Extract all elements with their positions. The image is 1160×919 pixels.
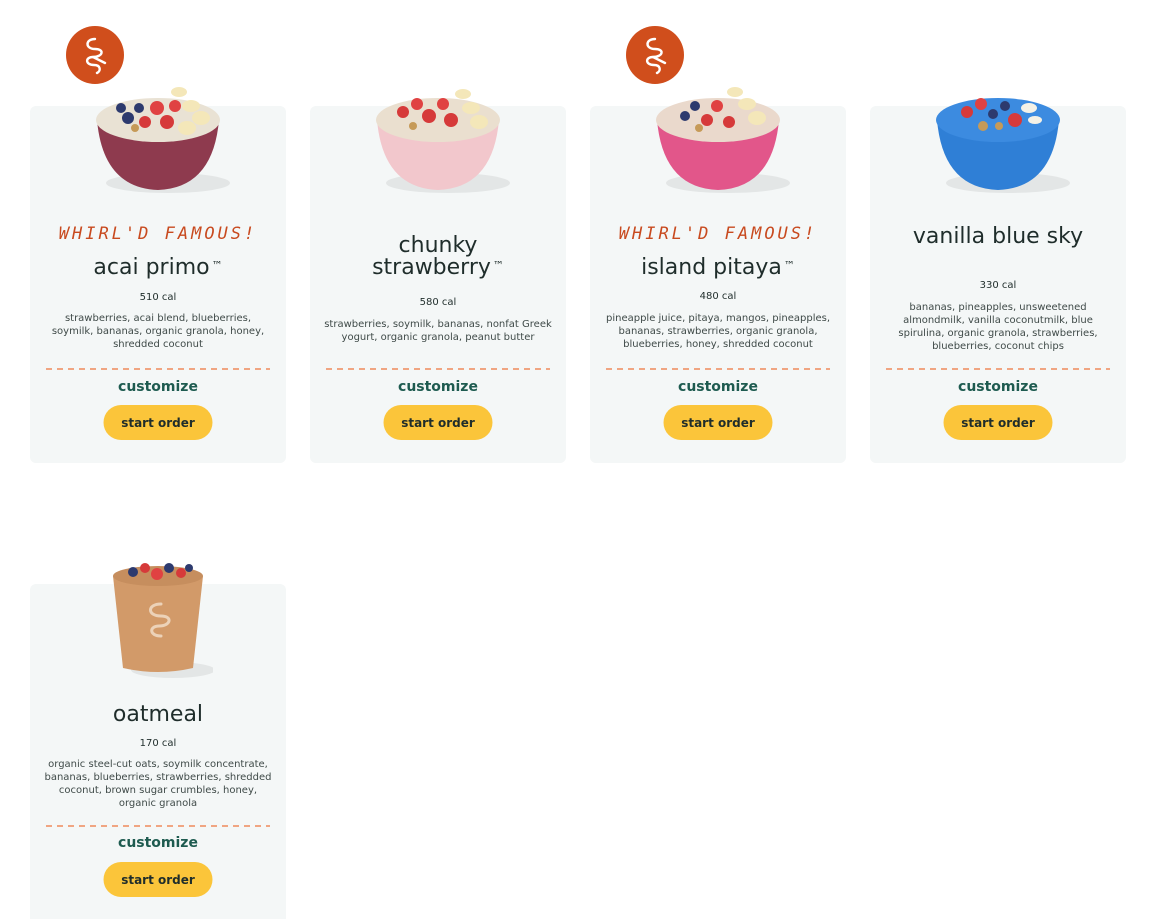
product-name: chunky strawberry ™ [372,233,504,280]
customize-link[interactable]: customize [310,379,566,395]
product-name: island pitaya ™ [641,255,795,280]
customize-link[interactable]: customize [870,379,1126,395]
calories: 580 cal [419,297,457,308]
ingredients-description: bananas, pineapples, unsweetened almondm… [898,302,1098,352]
dashed-divider [46,368,270,370]
dashed-divider [606,368,830,370]
ingredients-description: organic steel-cut oats, soymilk concentr… [44,759,272,809]
menu-card-acai-primo[interactable]: WHIRL'D FAMOUS! acai primo ™ 510 cal stra… [30,26,286,463]
customize-link[interactable]: customize [590,379,846,395]
dashed-divider [886,368,1110,370]
start-order-button[interactable]: start order [663,405,773,440]
start-order-button[interactable]: start order [103,862,213,897]
product-name: acai primo ™ [93,255,223,280]
vanilla-blue-sky-bowl-image [936,98,1070,193]
island-pitaya-bowl-image [656,87,790,193]
ingredients-description: strawberries, soymilk, bananas, nonfat G… [324,319,552,343]
product-name: vanilla blue sky [912,224,1084,249]
start-order-button[interactable]: start order [383,405,493,440]
chunky-strawberry-bowl-image [376,89,510,193]
whirld-famous-swirl-icon [626,26,684,84]
oatmeal-cup-image [113,563,213,678]
whirld-famous-swirl-icon [66,26,124,84]
calories: 330 cal [979,280,1017,291]
start-order-button[interactable]: start order [943,405,1053,440]
menu-card-oatmeal[interactable]: oatmeal 170 cal organic steel-cut oats, … [30,563,286,919]
menu-card-chunky-strawberry[interactable]: chunky strawberry ™ 580 cal strawberries,… [310,89,566,463]
acai-primo-bowl-image [96,87,230,193]
calories: 480 cal [699,291,737,302]
customize-link[interactable]: customize [30,835,286,851]
menu-card-vanilla-blue-sky[interactable]: vanilla blue sky 330 cal bananas, pineap… [870,98,1126,463]
product-name: oatmeal [112,702,204,727]
dashed-divider [46,825,270,827]
calories: 510 cal [139,292,177,303]
menu-card-island-pitaya[interactable]: WHIRL'D FAMOUS! island pitaya ™ 480 cal p… [590,26,846,463]
whirld-famous-label: WHIRL'D FAMOUS! [58,224,258,244]
ingredients-description: pineapple juice, pitaya, mangos, pineapp… [605,313,831,350]
start-order-button[interactable]: start order [103,405,213,440]
calories: 170 cal [139,738,177,749]
whirld-famous-label: WHIRL'D FAMOUS! [618,224,818,244]
dashed-divider [326,368,550,370]
ingredients-description: strawberries, acai blend, blueberries, s… [51,313,265,350]
customize-link[interactable]: customize [30,379,286,395]
